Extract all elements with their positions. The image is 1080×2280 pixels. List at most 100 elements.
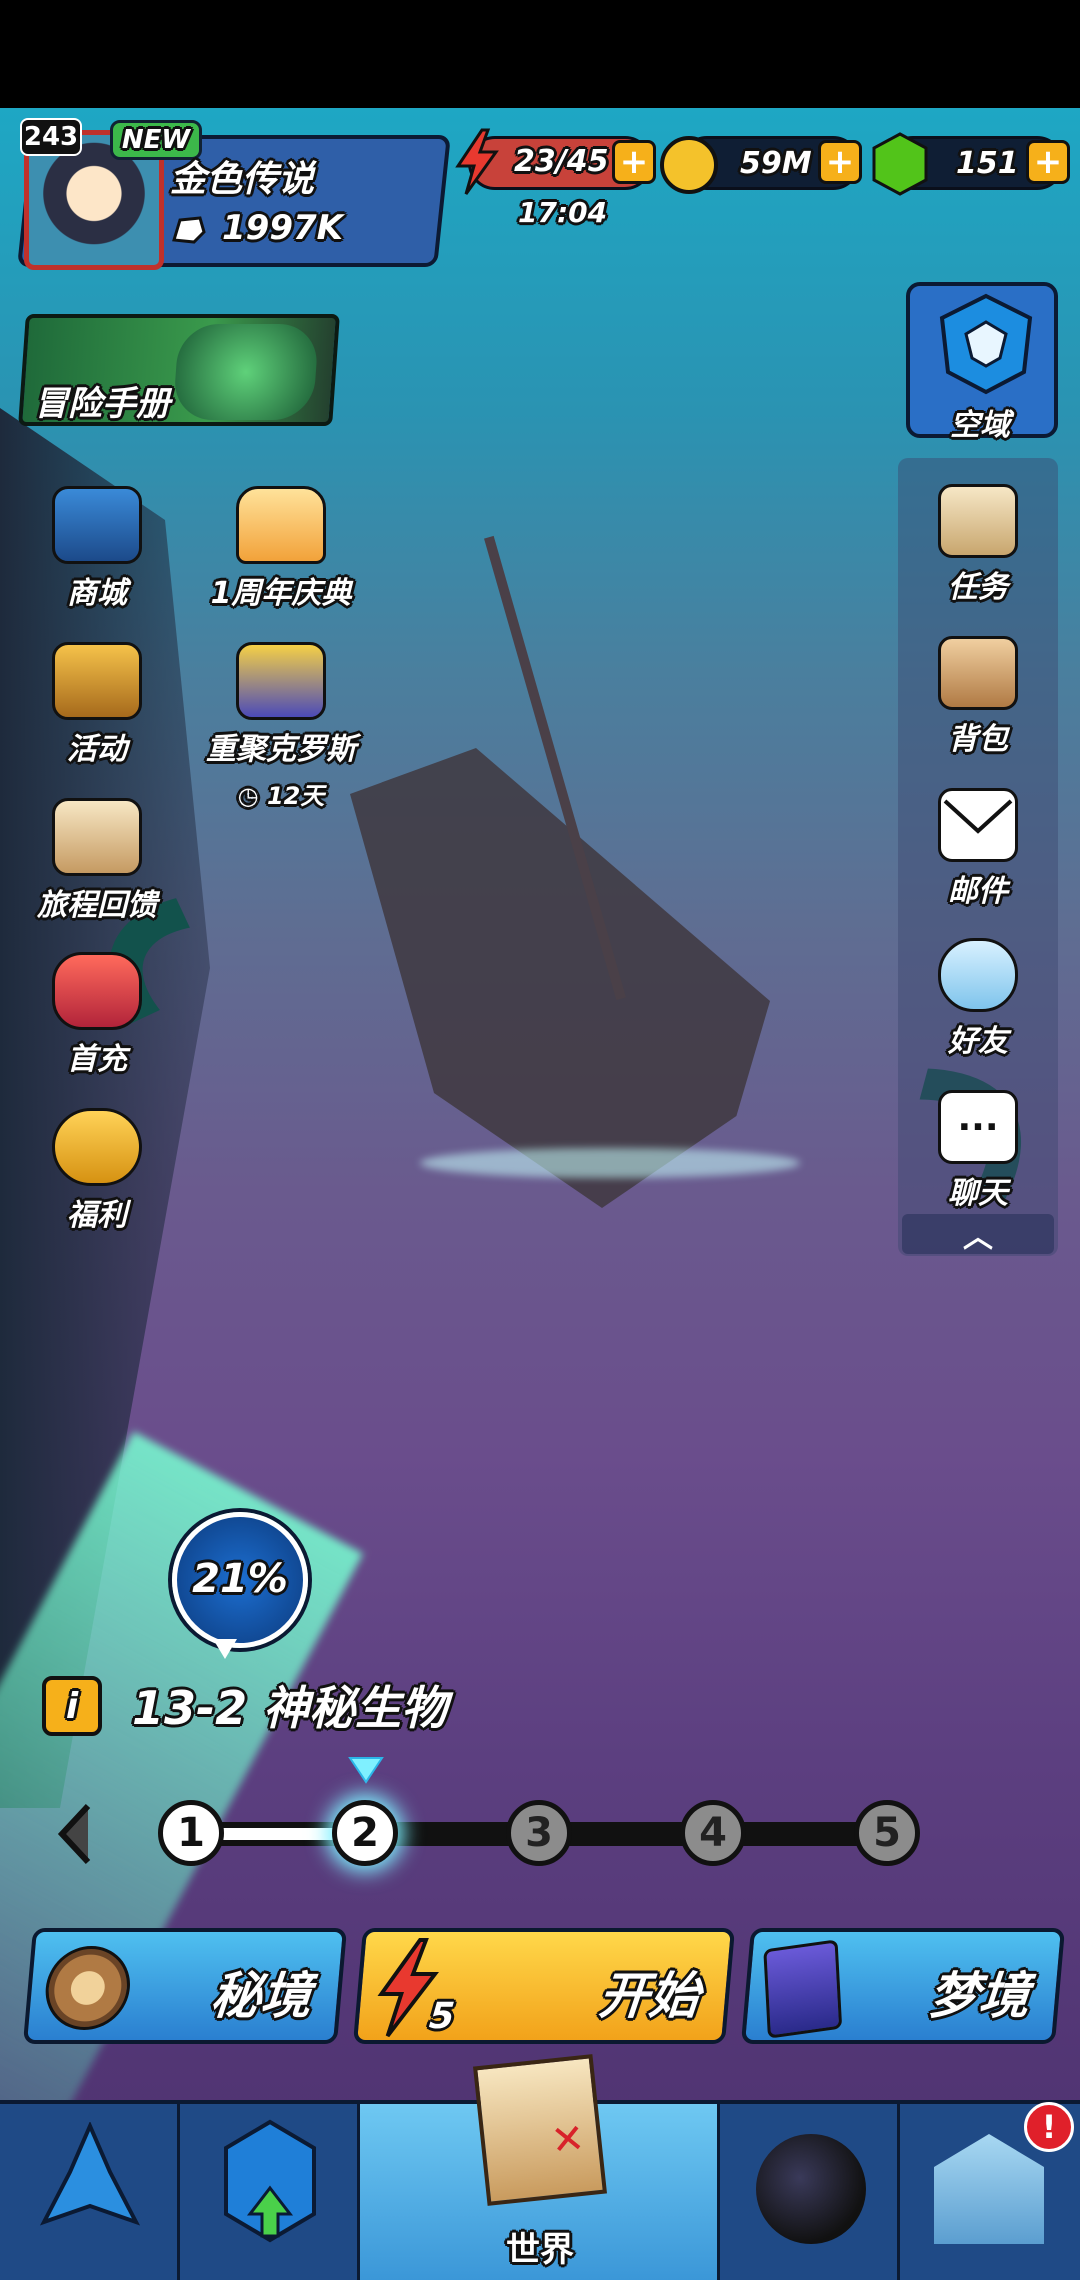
stage-title: 13-2 神秘生物 <box>132 1681 448 1735</box>
secret-realm-label: 秘境 <box>208 1967 314 2025</box>
menu-reunion[interactable]: 重聚克罗斯 ◷ 12天 <box>200 642 362 811</box>
clock-icon: ◷ <box>237 782 259 810</box>
stage-node-4[interactable]: 4 <box>680 1800 746 1866</box>
status-bar <box>0 0 1080 108</box>
start-label: 开始 <box>596 1967 702 2025</box>
gold-value: 59M <box>740 146 812 181</box>
map-x-mark: ✕ <box>548 2115 588 2165</box>
menu-mail-label: 邮件 <box>948 874 1008 909</box>
cake-icon <box>236 486 326 564</box>
adventure-handbook-label: 冒险手册 <box>34 384 170 424</box>
player-level-badge: 243 <box>20 118 82 156</box>
info-icon: i <box>65 1685 79 1727</box>
card-icon <box>763 1939 843 2039</box>
menu-anniversary[interactable]: 1周年庆典 <box>205 486 357 612</box>
stage-node-2[interactable]: 2 <box>332 1800 398 1866</box>
dreamland-label: 梦境 <box>926 1967 1032 2025</box>
add-gem-button[interactable]: + <box>1026 140 1070 184</box>
player-power: 1997K <box>222 208 343 248</box>
menu-first-recharge-label: 首充 <box>67 1042 127 1077</box>
menu-mail[interactable]: 邮件 <box>898 788 1058 910</box>
dragon-art <box>172 324 320 420</box>
menu-friends[interactable]: 好友 <box>898 938 1058 1060</box>
menu-anniversary-label: 1周年庆典 <box>210 576 352 611</box>
tab-world-label: 世界 <box>506 2230 574 2270</box>
menu-backpack[interactable]: 背包 <box>898 636 1058 758</box>
gold-coin-icon <box>660 136 718 194</box>
stage-node-5-label: 5 <box>873 1810 901 1856</box>
menu-reunion-label: 重聚克罗斯 <box>206 732 356 767</box>
menu-chat-label: 聊天 <box>948 1176 1008 1211</box>
shop-chest-icon <box>52 486 142 564</box>
tab-base[interactable]: ! <box>900 2102 1080 2280</box>
start-cost: 5 <box>427 1996 457 2037</box>
mail-icon <box>938 788 1018 862</box>
reunion-timer: ◷ 12天 <box>200 776 362 811</box>
current-stage-marker-icon <box>348 1756 384 1784</box>
heroes-icon <box>40 2122 140 2226</box>
chevron-left-icon[interactable] <box>56 1802 96 1866</box>
green-gem-icon <box>870 132 930 196</box>
stage-node-1-label: 1 <box>177 1810 205 1856</box>
first-recharge-icon <box>52 952 142 1030</box>
reunion-icon <box>236 642 326 720</box>
menu-journey-rewards-label: 旅程回馈 <box>37 888 157 923</box>
chat-icon: ··· <box>938 1090 1018 1164</box>
secret-realm-button[interactable]: 秘境 <box>22 1928 348 2044</box>
stage-node-5[interactable]: 5 <box>854 1800 920 1866</box>
backpack-icon <box>938 636 1018 710</box>
friends-icon <box>938 938 1018 1012</box>
tab-heroes[interactable] <box>0 2104 180 2280</box>
collapse-chevron-up-icon[interactable]: ︿ <box>902 1214 1054 1255</box>
notification-alert-icon: ! <box>1024 2102 1074 2152</box>
energy-value: 23/45 <box>514 144 609 179</box>
stage-node-3-label: 3 <box>525 1810 553 1856</box>
stage-node-3[interactable]: 3 <box>506 1800 572 1866</box>
player-name: 金色传说 <box>170 159 315 200</box>
player-level: 243 <box>23 122 79 152</box>
stage-info-button[interactable]: i <box>42 1676 102 1736</box>
menu-welfare[interactable]: 福利 <box>22 1108 172 1234</box>
clipboard-icon <box>52 798 142 876</box>
add-gold-button[interactable]: + <box>818 140 862 184</box>
upgrade-crystal-icon <box>224 2119 316 2243</box>
tab-upgrade[interactable] <box>180 2104 360 2280</box>
energy-timer: 17:04 <box>518 196 608 229</box>
stage-node-2-label: 2 <box>351 1810 379 1856</box>
reunion-timer-value: 12天 <box>266 782 325 810</box>
menu-backpack-label: 背包 <box>948 722 1008 757</box>
menu-chat[interactable]: ··· 聊天 <box>898 1090 1058 1212</box>
menu-first-recharge[interactable]: 首充 <box>22 952 172 1078</box>
add-energy-button[interactable]: + <box>612 140 656 184</box>
scroll-icon <box>938 484 1018 558</box>
characters-icon <box>756 2134 866 2244</box>
progress-pointer <box>213 1639 237 1659</box>
menu-friends-label: 好友 <box>948 1024 1008 1059</box>
zone-crest-icon <box>939 293 1033 395</box>
stage-node-4-label: 4 <box>699 1810 727 1856</box>
menu-quests-label: 任务 <box>948 570 1008 605</box>
menu-journey-rewards[interactable]: 旅程回馈 <box>22 798 172 924</box>
treasure-map-icon: ✕ <box>473 2054 607 2206</box>
base-house-icon <box>934 2134 1044 2244</box>
gem-value: 151 <box>956 146 1019 181</box>
menu-event-label: 活动 <box>67 732 127 767</box>
water-splash <box>420 1148 800 1178</box>
menu-event[interactable]: 活动 <box>22 642 172 768</box>
tab-characters[interactable] <box>720 2104 900 2280</box>
piggy-bank-icon <box>52 1108 142 1186</box>
target-dart-icon <box>42 1946 134 2030</box>
menu-welfare-label: 福利 <box>67 1198 127 1233</box>
start-button[interactable]: 5 开始 <box>352 1928 736 2044</box>
zone-label: 空域 <box>950 408 1010 443</box>
fist-icon <box>170 210 208 246</box>
dreamland-button[interactable]: 梦境 <box>740 1928 1066 2044</box>
progress-percent: 21% <box>192 1556 288 1602</box>
menu-shop[interactable]: 商城 <box>22 486 172 612</box>
lightning-icon <box>452 128 502 196</box>
tab-world[interactable]: ✕ 世界 <box>360 2054 720 2280</box>
menu-shop-label: 商城 <box>67 576 127 611</box>
stage-node-1[interactable]: 1 <box>158 1800 224 1866</box>
event-chest-icon <box>52 642 142 720</box>
menu-quests[interactable]: 任务 <box>898 484 1058 606</box>
